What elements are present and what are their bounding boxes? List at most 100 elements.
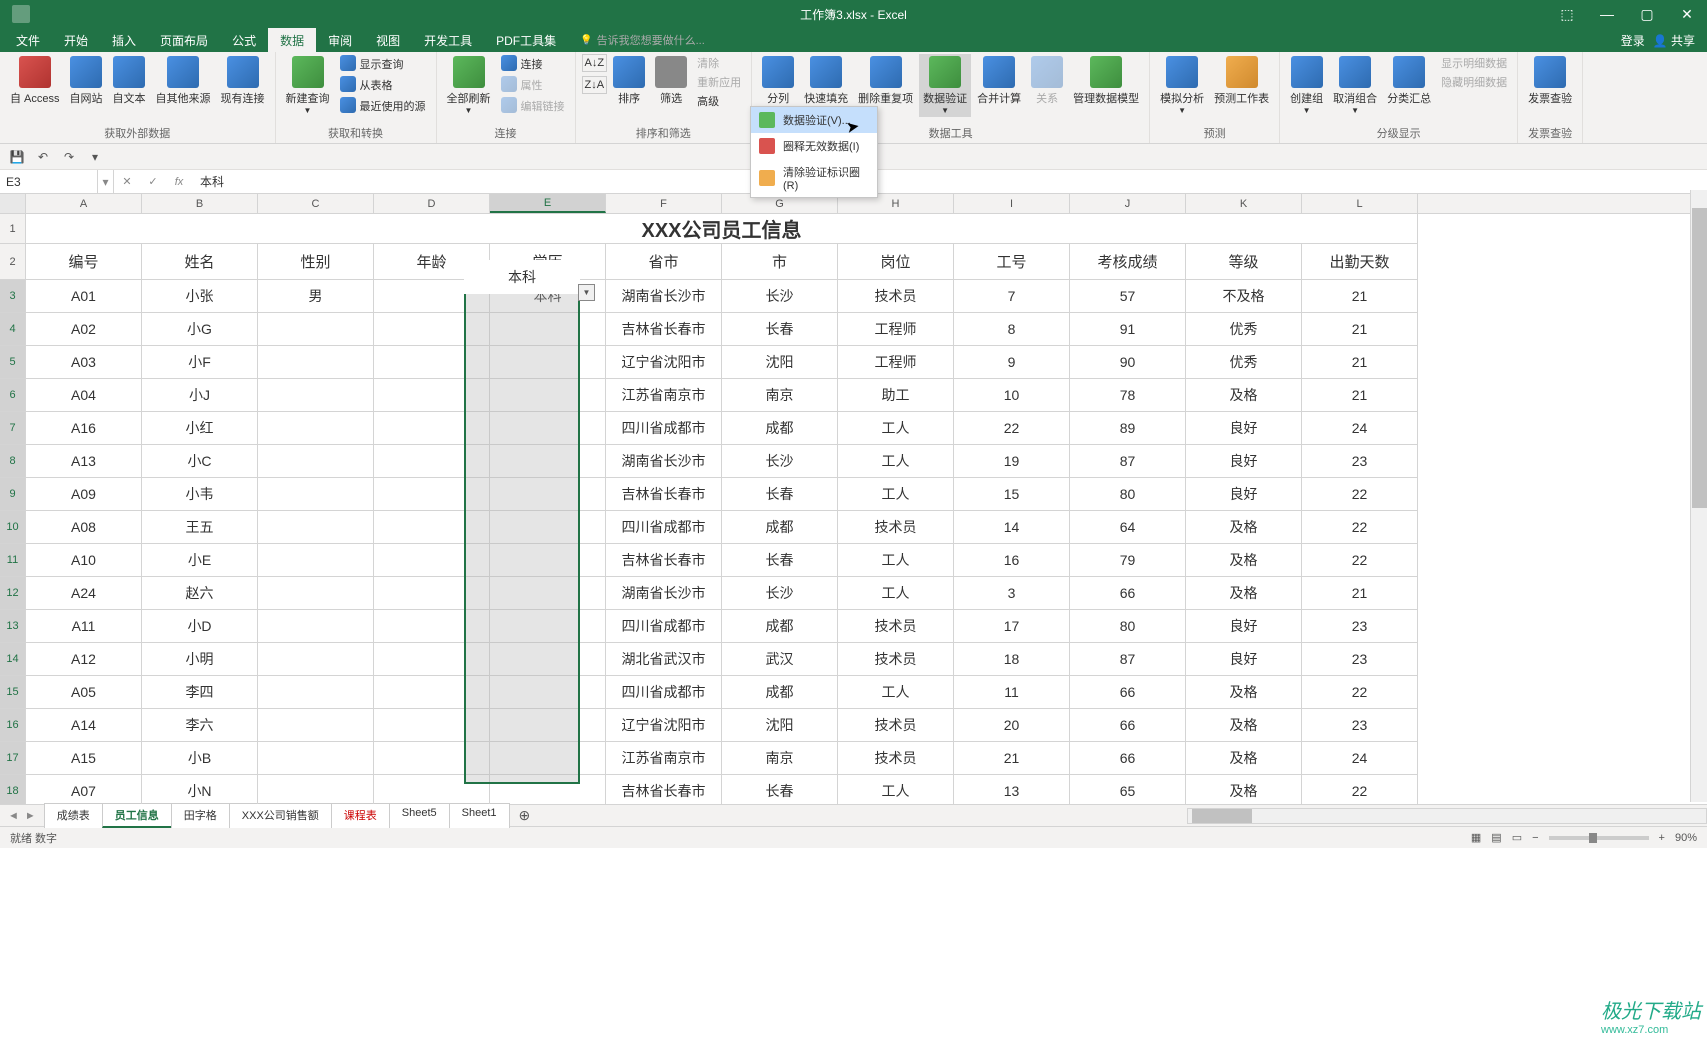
row-header-10[interactable]: 10 bbox=[0, 511, 25, 544]
cell-J11[interactable]: 79 bbox=[1070, 544, 1186, 576]
cell-J18[interactable]: 65 bbox=[1070, 775, 1186, 804]
cell-J16[interactable]: 66 bbox=[1070, 709, 1186, 741]
cell-E14[interactable] bbox=[490, 643, 606, 675]
cell-F11[interactable]: 吉林省长春市 bbox=[606, 544, 722, 576]
cell-J4[interactable]: 91 bbox=[1070, 313, 1186, 345]
sheet-tab-课程表[interactable]: 课程表 bbox=[331, 803, 390, 828]
col-header-B[interactable]: B bbox=[142, 194, 258, 213]
col-header-D[interactable]: D bbox=[374, 194, 490, 213]
cell-L11[interactable]: 22 bbox=[1302, 544, 1418, 576]
cell-I11[interactable]: 16 bbox=[954, 544, 1070, 576]
cell-D14[interactable] bbox=[374, 643, 490, 675]
cell-G16[interactable]: 沈阳 bbox=[722, 709, 838, 741]
save-icon[interactable]: 💾 bbox=[8, 148, 26, 166]
name-box[interactable]: E3 bbox=[0, 170, 98, 193]
flash-fill-button[interactable]: 快速填充 bbox=[800, 54, 852, 108]
col-header-L[interactable]: L bbox=[1302, 194, 1418, 213]
cell-C12[interactable] bbox=[258, 577, 374, 609]
cell-I10[interactable]: 14 bbox=[954, 511, 1070, 543]
cell-F3[interactable]: 湖南省长沙市 bbox=[606, 280, 722, 312]
row-header-6[interactable]: 6 bbox=[0, 379, 25, 412]
cell-J17[interactable]: 66 bbox=[1070, 742, 1186, 774]
fx-icon[interactable]: fx bbox=[166, 176, 192, 188]
cell-C5[interactable] bbox=[258, 346, 374, 378]
cell-D12[interactable] bbox=[374, 577, 490, 609]
cell-A18[interactable]: A07 bbox=[26, 775, 142, 804]
properties-button[interactable]: 属性 bbox=[497, 75, 569, 95]
existing-conn-button[interactable]: 现有连接 bbox=[217, 54, 269, 108]
cell-E10[interactable] bbox=[490, 511, 606, 543]
cell-G5[interactable]: 沈阳 bbox=[722, 346, 838, 378]
cell-K5[interactable]: 优秀 bbox=[1186, 346, 1302, 378]
zoom-out-button[interactable]: − bbox=[1532, 832, 1538, 844]
sheet-tab-成绩表[interactable]: 成绩表 bbox=[44, 803, 103, 828]
cell-K17[interactable]: 及格 bbox=[1186, 742, 1302, 774]
select-all-corner[interactable] bbox=[0, 194, 26, 213]
cell-B2[interactable]: 姓名 bbox=[142, 244, 258, 279]
cell-A7[interactable]: A16 bbox=[26, 412, 142, 444]
tell-me-input[interactable]: 告诉我您想要做什么... bbox=[580, 28, 705, 52]
cell-B10[interactable]: 王五 bbox=[142, 511, 258, 543]
cell-G13[interactable]: 成都 bbox=[722, 610, 838, 642]
add-sheet-button[interactable]: ⊕ bbox=[509, 807, 541, 824]
view-break-icon[interactable]: ▭ bbox=[1512, 831, 1522, 844]
cell-J14[interactable]: 87 bbox=[1070, 643, 1186, 675]
cell-C13[interactable] bbox=[258, 610, 374, 642]
cell-E8[interactable] bbox=[490, 445, 606, 477]
cell-J12[interactable]: 66 bbox=[1070, 577, 1186, 609]
cell-L5[interactable]: 21 bbox=[1302, 346, 1418, 378]
sheet-tab-Sheet1[interactable]: Sheet1 bbox=[449, 803, 510, 828]
formula-input[interactable]: 本科 bbox=[192, 173, 1707, 190]
title-cell[interactable]: XXX公司员工信息 bbox=[26, 214, 1418, 243]
cell-H13[interactable]: 技术员 bbox=[838, 610, 954, 642]
cell-F17[interactable]: 江苏省南京市 bbox=[606, 742, 722, 774]
cell-B17[interactable]: 小B bbox=[142, 742, 258, 774]
cell-E9[interactable] bbox=[490, 478, 606, 510]
horizontal-scrollbar[interactable] bbox=[1187, 808, 1707, 824]
row-header-7[interactable]: 7 bbox=[0, 412, 25, 445]
cell-B9[interactable]: 小韦 bbox=[142, 478, 258, 510]
hide-detail-button[interactable]: 隐藏明细数据 bbox=[1437, 73, 1511, 91]
cell-E17[interactable] bbox=[490, 742, 606, 774]
cell-I4[interactable]: 8 bbox=[954, 313, 1070, 345]
tab-layout[interactable]: 页面布局 bbox=[148, 28, 220, 52]
invoice-check-button[interactable]: 发票查验 bbox=[1524, 54, 1576, 108]
cell-D3[interactable] bbox=[374, 280, 490, 312]
cell-L7[interactable]: 24 bbox=[1302, 412, 1418, 444]
cell-B15[interactable]: 李四 bbox=[142, 676, 258, 708]
sheet-nav-next[interactable]: ► bbox=[25, 810, 36, 822]
cell-K8[interactable]: 良好 bbox=[1186, 445, 1302, 477]
confirm-icon[interactable]: ✓ bbox=[140, 175, 166, 188]
tab-file[interactable]: 文件 bbox=[4, 28, 52, 52]
cell-B6[interactable]: 小J bbox=[142, 379, 258, 411]
connections-button[interactable]: 连接 bbox=[497, 54, 569, 74]
cell-L8[interactable]: 23 bbox=[1302, 445, 1418, 477]
cell-L16[interactable]: 23 bbox=[1302, 709, 1418, 741]
cell-E7[interactable] bbox=[490, 412, 606, 444]
cell-C9[interactable] bbox=[258, 478, 374, 510]
row-header-12[interactable]: 12 bbox=[0, 577, 25, 610]
cell-H17[interactable]: 技术员 bbox=[838, 742, 954, 774]
cell-D7[interactable] bbox=[374, 412, 490, 444]
cell-E3[interactable]: 本科 bbox=[490, 280, 606, 312]
cell-D10[interactable] bbox=[374, 511, 490, 543]
from-text-button[interactable]: 自文本 bbox=[109, 54, 150, 108]
cell-H8[interactable]: 工人 bbox=[838, 445, 954, 477]
sheet-nav-prev[interactable]: ◄ bbox=[8, 810, 19, 822]
cell-G8[interactable]: 长沙 bbox=[722, 445, 838, 477]
sort-za-button[interactable]: Z↓A bbox=[582, 76, 608, 94]
cell-C18[interactable] bbox=[258, 775, 374, 804]
cell-F9[interactable]: 吉林省长春市 bbox=[606, 478, 722, 510]
cell-G11[interactable]: 长春 bbox=[722, 544, 838, 576]
cell-F14[interactable]: 湖北省武汉市 bbox=[606, 643, 722, 675]
cell-H15[interactable]: 工人 bbox=[838, 676, 954, 708]
cell-B8[interactable]: 小C bbox=[142, 445, 258, 477]
cell-C14[interactable] bbox=[258, 643, 374, 675]
cell-K13[interactable]: 良好 bbox=[1186, 610, 1302, 642]
tab-devtools[interactable]: 开发工具 bbox=[412, 28, 484, 52]
cell-F8[interactable]: 湖南省长沙市 bbox=[606, 445, 722, 477]
cell-I7[interactable]: 22 bbox=[954, 412, 1070, 444]
minimize-button[interactable]: — bbox=[1587, 0, 1627, 28]
cell-A6[interactable]: A04 bbox=[26, 379, 142, 411]
row-header-1[interactable]: 1 bbox=[0, 214, 25, 244]
